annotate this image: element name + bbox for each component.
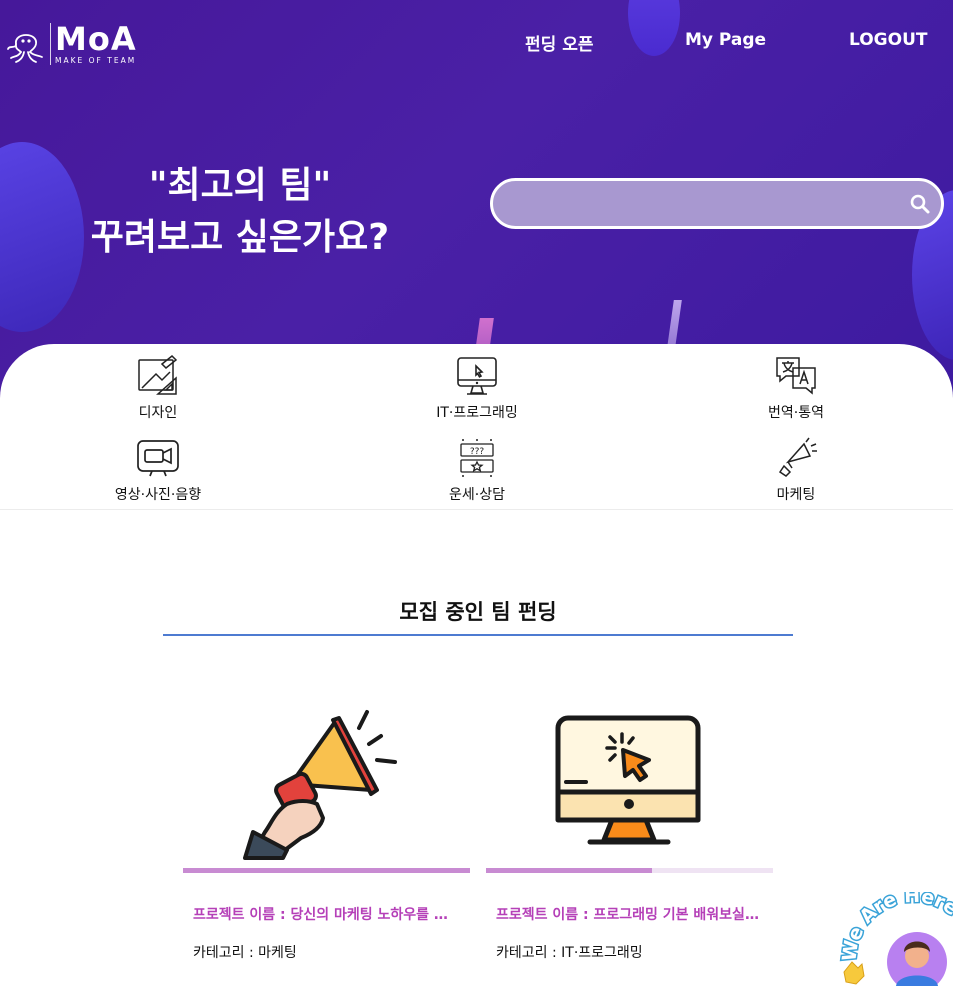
- nav-funding-open[interactable]: 펀딩 오픈: [525, 30, 593, 55]
- category-label: 마케팅: [776, 487, 816, 503]
- section-title: 모집 중인 팀 펀딩: [399, 600, 557, 624]
- category-marketing[interactable]: 마케팅: [716, 436, 876, 504]
- video-icon: [137, 440, 179, 477]
- design-icon: [138, 354, 178, 395]
- category-fortune-counseling[interactable]: ??? 운세·상담: [397, 436, 557, 504]
- octopus-icon: [7, 34, 43, 63]
- monitor-icon: [457, 357, 497, 395]
- category-it-programming[interactable]: IT·프로그래밍: [397, 354, 557, 422]
- section-divider: [163, 634, 793, 636]
- project-card[interactable]: 프로젝트 이름 : 당신의 마케팅 노하우를 … 카테고리 : 마케팅: [183, 700, 470, 986]
- headline-line-1: "최고의 팀": [148, 165, 332, 206]
- logo[interactable]: MoA MAKE OF TEAM: [4, 22, 137, 66]
- category-label: 디자인: [138, 405, 178, 421]
- headline-line-2: 꾸려보고 싶은가요?: [90, 217, 390, 258]
- megaphone-icon: [778, 437, 817, 477]
- category-design[interactable]: 디자인: [78, 354, 238, 422]
- logo-divider: [50, 23, 51, 65]
- search-icon[interactable]: [909, 193, 931, 215]
- project-category: 카테고리 : IT·프로그래밍: [496, 945, 643, 961]
- translate-icon: [776, 357, 816, 395]
- category-label: IT·프로그래밍: [436, 405, 518, 421]
- funding-progress-fill: [486, 868, 653, 873]
- brand-tagline: MAKE OF TEAM: [55, 56, 137, 66]
- nav-my-page[interactable]: My Page: [685, 30, 766, 50]
- svg-text:???: ???: [470, 447, 485, 457]
- hero-headline: "최고의 팀" 꾸려보고 싶은가요?: [70, 160, 410, 264]
- we-are-here-chat-badge[interactable]: We Are Here: [838, 892, 953, 986]
- megaphone-icon: [243, 710, 397, 860]
- monitor-icon: [555, 715, 701, 845]
- search-bar: [490, 178, 944, 229]
- category-panel: 디자인 IT·프로그래밍 번역·통역 영상·사진·음향 ??? 운세·상담 마케…: [0, 344, 953, 510]
- search-input[interactable]: [509, 181, 889, 226]
- fortune-icon: ???: [460, 439, 494, 477]
- funding-progress-bar: [486, 868, 773, 873]
- brand-name: MoA: [55, 20, 137, 59]
- category-video-photo-audio[interactable]: 영상·사진·음향: [78, 436, 238, 504]
- project-category: 카테고리 : 마케팅: [193, 945, 297, 961]
- decorative-blob: [628, 0, 680, 56]
- funding-progress-fill: [183, 868, 470, 873]
- nav-logout[interactable]: LOGOUT: [849, 30, 927, 50]
- project-title[interactable]: 프로젝트 이름 : 프로그래밍 기본 배워보실분~: [496, 904, 766, 924]
- project-title[interactable]: 프로젝트 이름 : 당신의 마케팅 노하우를 …: [193, 904, 463, 924]
- category-translation[interactable]: 번역·통역: [716, 354, 876, 422]
- project-card[interactable]: 프로젝트 이름 : 프로그래밍 기본 배워보실분~ 카테고리 : IT·프로그래…: [486, 700, 773, 986]
- category-label: 운세·상담: [449, 487, 505, 503]
- category-label: 영상·사진·음향: [114, 487, 202, 503]
- funding-progress-bar: [183, 868, 470, 873]
- category-label: 번역·통역: [768, 405, 824, 421]
